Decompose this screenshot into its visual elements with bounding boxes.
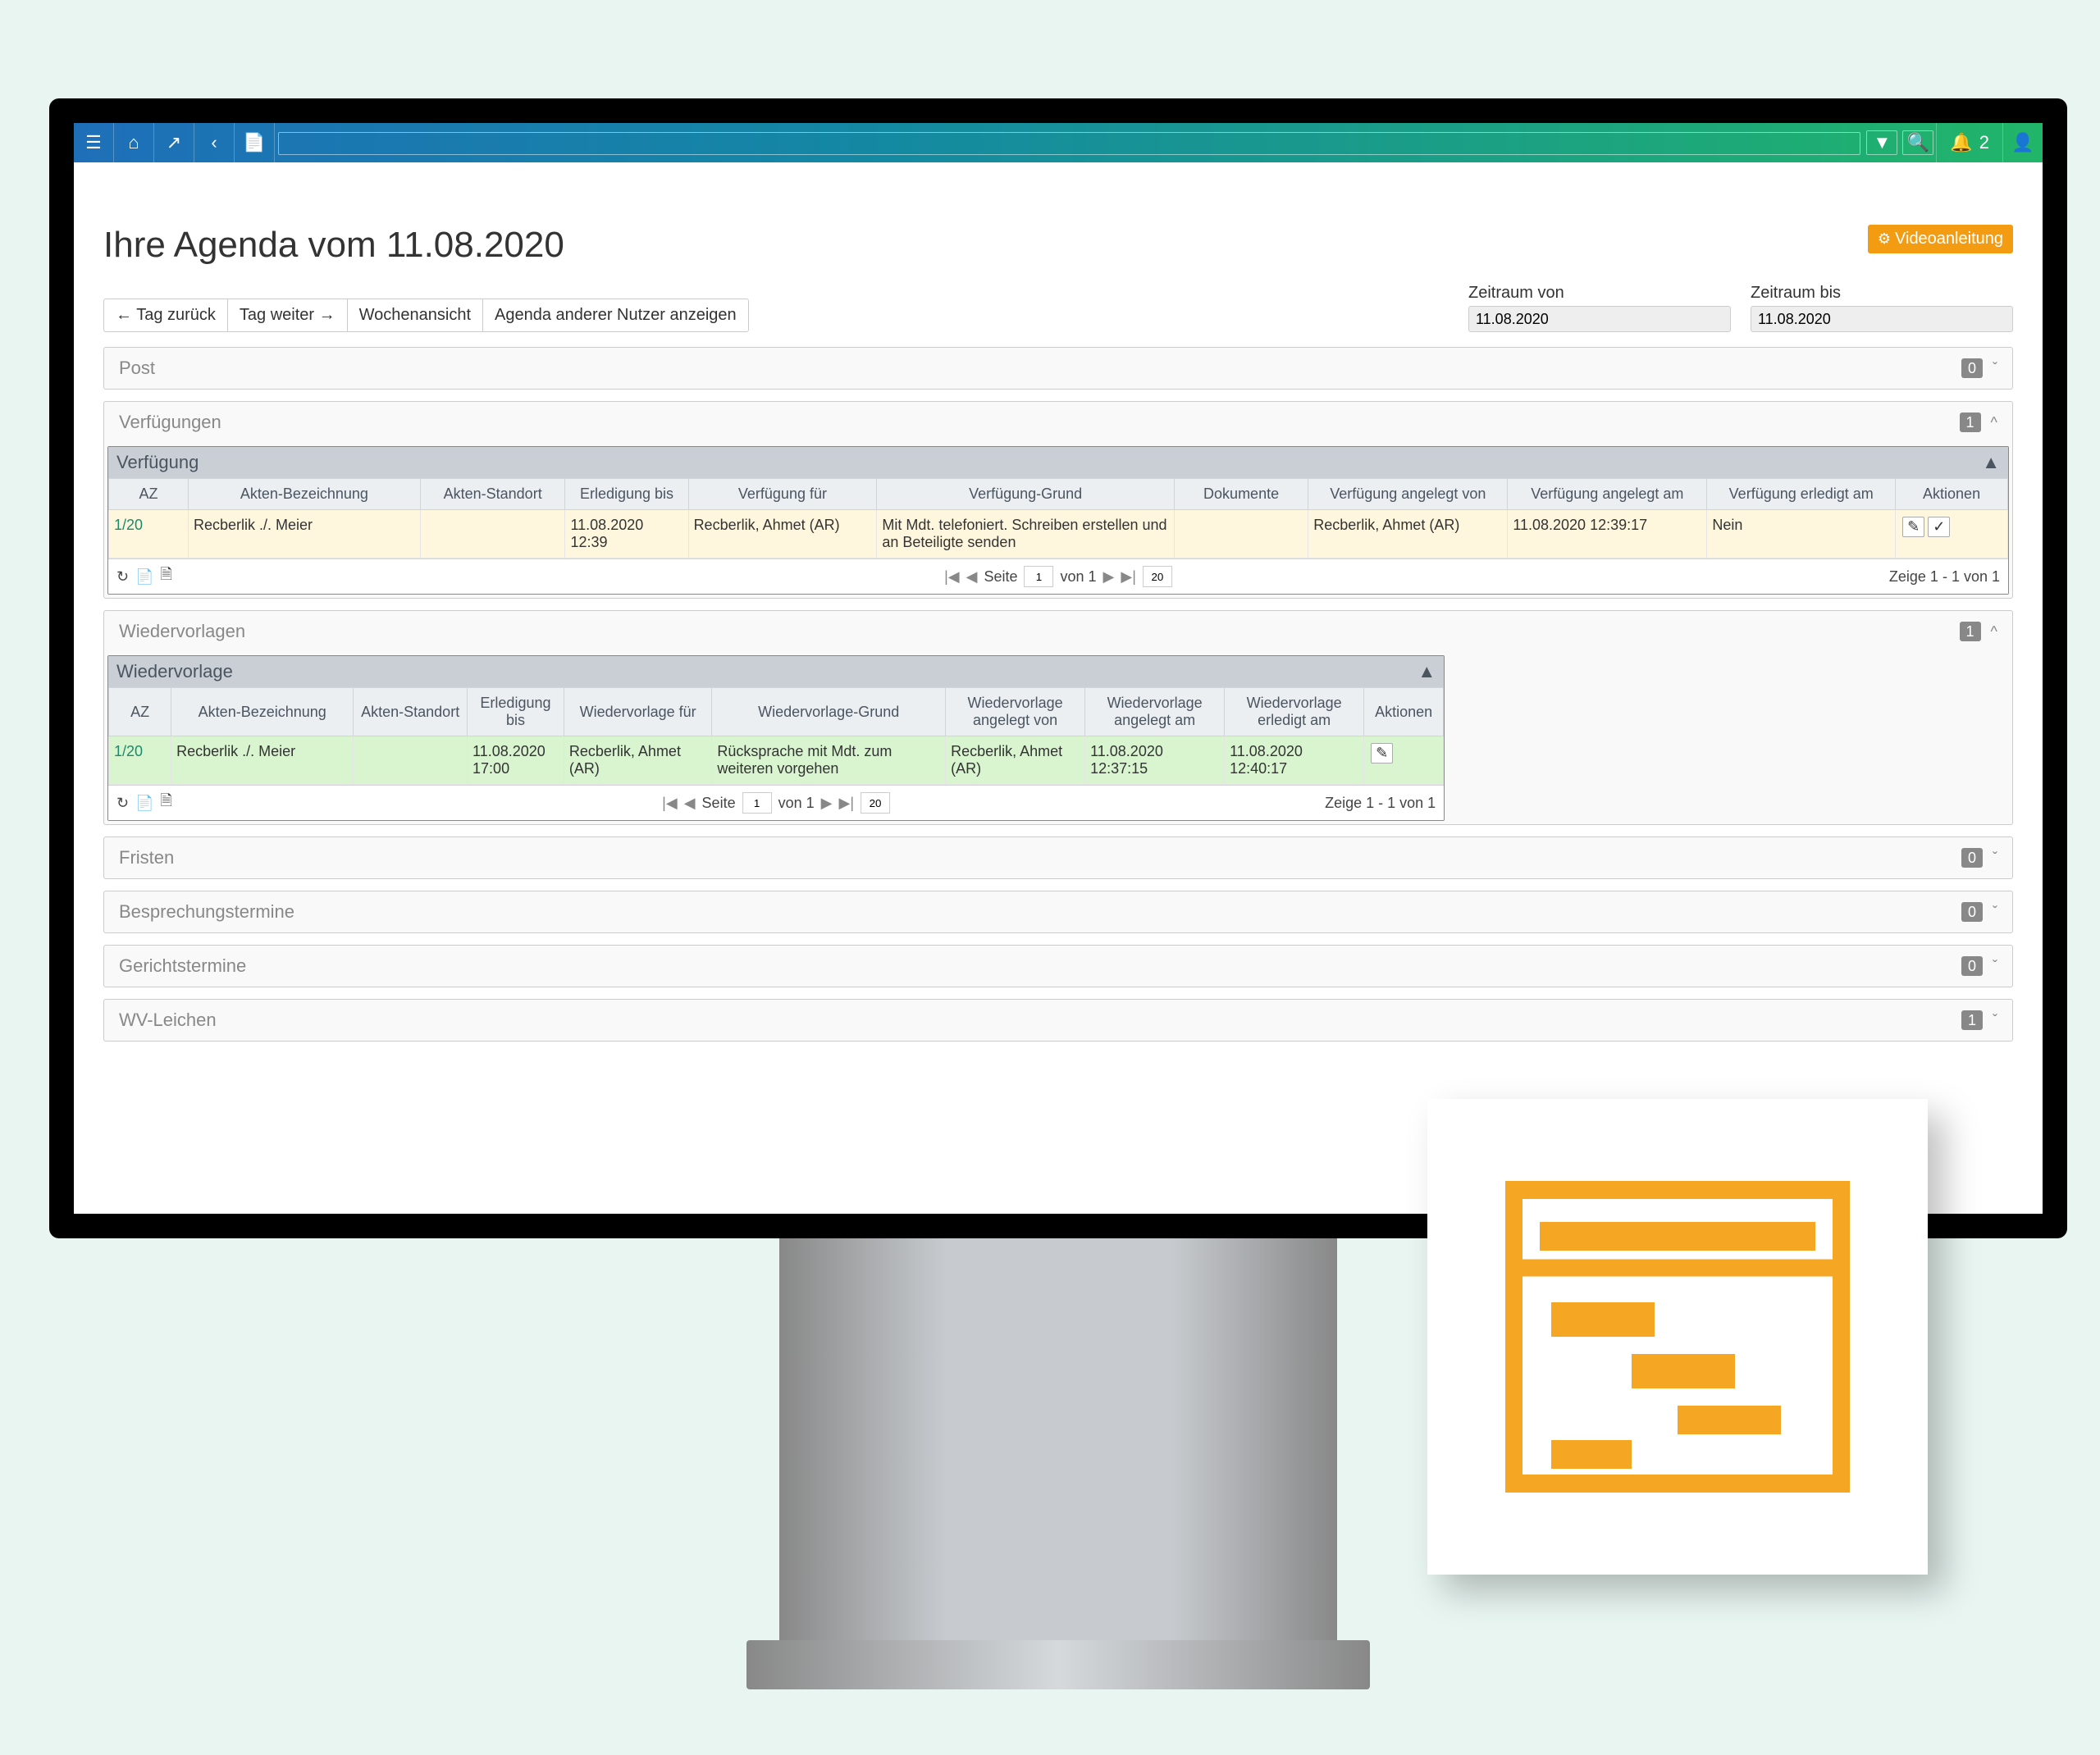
day-forward-button[interactable]: Tag weiter → [228,299,348,331]
col-erl[interactable]: Erledigung bis [565,479,688,510]
last-page-icon[interactable]: ▶| [1121,568,1136,586]
page-input[interactable] [1024,566,1053,587]
col-az[interactable]: AZ [109,479,189,510]
panel-verfuegungen-header[interactable]: Verfügungen 1 ^ [104,402,2012,443]
verf-grid: AZ Akten-Bezeichnung Akten-Standort Erle… [108,478,2008,558]
week-view-button[interactable]: Wochenansicht [348,299,483,331]
user-icon[interactable]: 👤 [2003,123,2043,162]
back-icon[interactable]: ‹ [194,123,234,162]
row-actions: ✎✓ [1896,510,2008,558]
external-link-icon[interactable]: ↗ [154,123,194,162]
date-from-input[interactable] [1468,306,1731,332]
col-dok[interactable]: Dokumente [1174,479,1308,510]
panel-besprechungstermine[interactable]: Besprechungstermine0ˇ [103,891,2013,933]
export-pdf-icon[interactable]: 🗎 [161,564,172,589]
panel-wiedervorlagen-header[interactable]: Wiedervorlagen 1 ^ [104,611,2012,652]
panel-post[interactable]: Post 0 ˇ [103,347,2013,390]
export-pdf-icon[interactable]: 🗎 [161,791,172,815]
panel-fristen[interactable]: Fristen0ˇ [103,836,2013,879]
chevron-down-icon: ˇ [1993,360,1997,377]
next-page-icon[interactable]: ▶ [821,795,833,812]
work-area: Ihre Agenda vom 11.08.2020 Videoanleitun… [74,202,2043,1076]
date-to-field: Zeitraum bis [1751,284,2013,332]
monitor-stand-base [746,1640,1370,1689]
other-user-agenda-button[interactable]: Agenda anderer Nutzer anzeigen [483,299,748,331]
wv-grid-title: Wiedervorlage ▲ [108,656,1444,687]
col-akt[interactable]: Aktionen [1896,479,2008,510]
menu-icon[interactable]: ☰ [74,123,113,162]
prev-page-icon[interactable]: ◀ [966,568,978,586]
day-nav-group: ← Tag zurück Tag weiter → Wochenansicht … [103,299,749,332]
search-button[interactable]: 🔍 [1902,130,1933,155]
chevron-up-icon: ^ [1991,414,1997,431]
screen: ☰ ⌂ ↗ ‹ 📄 ▼ 🔍 🔔 2 👤 [74,123,2043,1214]
wv-grid-footer: ↻ 📄 🗎 |◀ ◀ Seite von 1 ▶ ▶| [108,785,1444,820]
refresh-icon[interactable]: ↻ [116,568,129,586]
panel-wiedervorlagen: Wiedervorlagen 1 ^ Wiedervorlage ▲ AZ Ak [103,610,2013,825]
date-to-input[interactable] [1751,306,2013,332]
global-search-input[interactable] [278,132,1860,155]
video-guide-button[interactable]: Videoanleitung [1868,225,2013,253]
col-stand[interactable]: Akten-Standort [420,479,565,510]
col-bez[interactable]: Akten-Bezeichnung [188,479,420,510]
panel-verfuegungen: Verfügungen 1 ^ Verfügung ▲ AZ Akten-Bez [103,401,2013,599]
chevron-up-icon: ^ [1991,623,1997,640]
chevron-down-icon: ˇ [1993,904,1997,921]
last-page-icon[interactable]: ▶| [838,795,854,812]
day-back-button[interactable]: ← Tag zurück [104,299,228,331]
export-excel-icon[interactable]: 📄 [135,568,153,586]
col-grund[interactable]: Verfügung-Grund [877,479,1175,510]
refresh-icon[interactable]: ↻ [116,795,129,812]
edit-icon[interactable]: ✎ [1371,743,1393,764]
col-von[interactable]: Verfügung angelegt von [1308,479,1508,510]
bell-icon: 🔔 [1950,132,1972,153]
toolbar-row: ← Tag zurück Tag weiter → Wochenansicht … [103,284,2013,332]
notifications[interactable]: 🔔 2 [1937,132,2002,153]
overlay-card [1427,1099,1928,1575]
home-icon[interactable]: ⌂ [114,123,153,162]
export-excel-icon[interactable]: 📄 [135,795,153,812]
notification-count: 2 [1979,132,1989,153]
chevron-down-icon: ˇ [1993,850,1997,867]
agenda-gantt-icon [1505,1181,1850,1493]
wv-grid: AZ Akten-Bezeichnung Akten-Standort Erle… [108,687,1444,785]
chevron-down-icon: ˇ [1993,1012,1997,1029]
panel-wv-leichen[interactable]: WV-Leichen1ˇ [103,999,2013,1042]
first-page-icon[interactable]: |◀ [944,568,960,586]
verf-grid-title: Verfügung ▲ [108,447,2008,478]
page-input[interactable] [742,792,772,814]
col-am[interactable]: Verfügung angelegt am [1508,479,1707,510]
date-from-field: Zeitraum von [1468,284,1731,332]
col-fuer[interactable]: Verfügung für [688,479,877,510]
monitor-stand-neck [779,1238,1337,1673]
prev-page-icon[interactable]: ◀ [684,795,696,812]
top-bar: ☰ ⌂ ↗ ‹ 📄 ▼ 🔍 🔔 2 👤 [74,123,2043,162]
check-icon[interactable]: ✓ [1928,517,1950,537]
table-row[interactable]: 1/20 Recberlik ./. Meier 11.08.2020 17:0… [109,736,1444,785]
collapse-icon[interactable]: ▲ [1418,661,1436,682]
page-size-input[interactable] [861,792,890,814]
edit-icon[interactable]: ✎ [1902,517,1924,537]
date-to-label: Zeitraum bis [1751,284,2013,303]
chevron-down-icon: ˇ [1993,958,1997,975]
collapse-icon[interactable]: ▲ [1982,452,2000,473]
panel-gerichtstermine[interactable]: Gerichtstermine0ˇ [103,945,2013,987]
filter-button[interactable]: ▼ [1866,130,1897,155]
col-erlam[interactable]: Verfügung erledigt am [1707,479,1896,510]
document-icon[interactable]: 📄 [235,123,274,162]
next-page-icon[interactable]: ▶ [1103,568,1115,586]
verf-grid-footer: ↻ 📄 🗎 |◀ ◀ Seite von 1 ▶ ▶| [108,558,2008,594]
first-page-icon[interactable]: |◀ [662,795,678,812]
page-size-input[interactable] [1143,566,1172,587]
monitor-frame: ☰ ⌂ ↗ ‹ 📄 ▼ 🔍 🔔 2 👤 [49,98,2067,1238]
table-row[interactable]: 1/20 Recberlik ./. Meier 11.08.2020 12:3… [109,510,2008,558]
page-title: Ihre Agenda vom 11.08.2020 [103,225,2013,266]
date-from-label: Zeitraum von [1468,284,1731,303]
